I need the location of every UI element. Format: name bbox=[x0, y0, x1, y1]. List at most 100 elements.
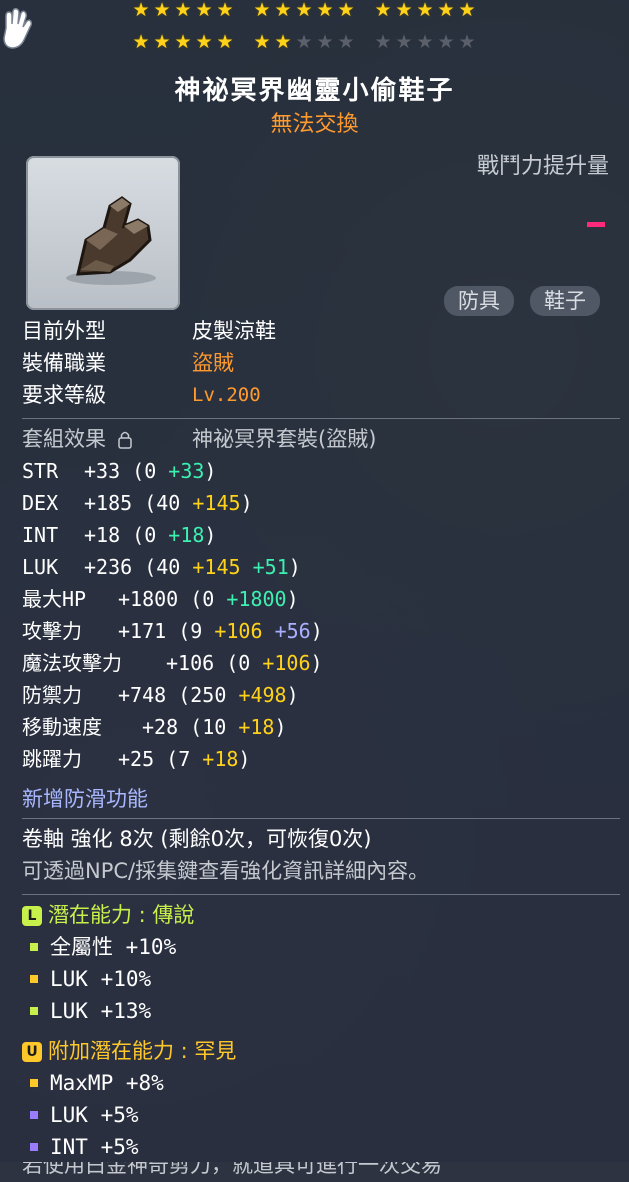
combat-power-change bbox=[587, 222, 605, 227]
potential-line: 全屬性 +10% bbox=[22, 932, 176, 962]
star-filled-icon: ★ bbox=[195, 0, 212, 21]
stat-name: 魔法攻擊力 bbox=[22, 651, 122, 675]
stat-part: ) bbox=[204, 523, 217, 547]
stat-part: ) bbox=[238, 747, 251, 771]
star-empty-icon: ★ bbox=[316, 31, 333, 53]
star-group: ★ ★ ★ ★ ★ bbox=[251, 0, 356, 20]
star-filled-icon: ★ bbox=[174, 0, 191, 21]
lock-icon bbox=[117, 431, 132, 449]
stat-row: 最大HP +1800 (0 +1800) bbox=[22, 584, 299, 614]
stat-part: +18 bbox=[202, 747, 239, 771]
potential-line: MaxMP +8% bbox=[22, 1068, 164, 1098]
potential-line: LUK +5% bbox=[22, 1100, 139, 1130]
stat-name: 防禦力 bbox=[22, 683, 82, 707]
stat-part: +56 bbox=[274, 619, 311, 643]
combat-power-label: 戰鬥力提升量 bbox=[476, 154, 609, 179]
bottom-hint: 若使用白金神奇剪刀，就道具可進行一次交易 bbox=[22, 1162, 442, 1177]
star-empty-icon: ★ bbox=[437, 31, 454, 53]
bottom-hint-strip: 若使用白金神奇剪刀，就道具可進行一次交易 bbox=[0, 1162, 629, 1182]
appearance-label: 目前外型 bbox=[22, 319, 106, 343]
potential-line-text: LUK +13% bbox=[50, 999, 152, 1023]
stat-total: +748 bbox=[118, 683, 179, 707]
star-filled-icon: ★ bbox=[253, 31, 270, 53]
stat-total: +28 bbox=[142, 715, 191, 739]
star-empty-icon: ★ bbox=[337, 31, 354, 53]
star-empty-icon: ★ bbox=[458, 31, 475, 53]
bullet-icon bbox=[30, 1078, 38, 1087]
trade-status: 無法交換 bbox=[270, 112, 359, 137]
star-force-row-2: ★ ★ ★ ★ ★ ★ ★ ★ ★ ★ ★ ★ ★ ★ ★ bbox=[130, 32, 493, 52]
potential-line-text: 全屬性 +10% bbox=[50, 935, 177, 959]
stat-part: +498 bbox=[238, 683, 287, 707]
stat-name: LUK bbox=[22, 555, 59, 579]
star-filled-icon: ★ bbox=[132, 0, 149, 21]
star-filled-icon: ★ bbox=[274, 31, 291, 53]
stat-total: +33 bbox=[84, 459, 133, 483]
stat-row: 魔法攻擊力 +106 (0 +106) bbox=[22, 648, 323, 678]
star-filled-icon: ★ bbox=[253, 0, 270, 21]
star-empty-icon: ★ bbox=[416, 31, 433, 53]
stat-name: DEX bbox=[22, 491, 59, 515]
star-filled-icon: ★ bbox=[374, 0, 391, 21]
star-filled-icon: ★ bbox=[316, 0, 333, 21]
divider bbox=[22, 418, 620, 419]
stat-part: +1800 bbox=[226, 587, 287, 611]
star-group: ★ ★ ★ ★ ★ bbox=[251, 32, 356, 52]
star-group: ★ ★ ★ ★ ★ bbox=[372, 32, 477, 52]
potential-line: LUK +10% bbox=[22, 964, 151, 994]
stat-part: (40 bbox=[144, 555, 193, 579]
item-icon-frame bbox=[26, 156, 180, 310]
stat-name: STR bbox=[22, 459, 59, 483]
stat-part: +51 bbox=[252, 555, 289, 579]
bullet-icon bbox=[30, 974, 38, 983]
stat-part: +18 bbox=[168, 523, 205, 547]
potential-title: 潛在能力 : 傳說 bbox=[48, 903, 195, 927]
stat-total: +106 bbox=[166, 651, 227, 675]
star-empty-icon: ★ bbox=[295, 31, 312, 53]
stat-part: ) bbox=[288, 555, 301, 579]
star-filled-icon: ★ bbox=[295, 0, 312, 21]
star-empty-icon: ★ bbox=[374, 31, 391, 53]
item-name: 神祕冥界幽靈小偷鞋子 bbox=[174, 76, 455, 106]
star-filled-icon: ★ bbox=[437, 0, 454, 21]
star-group: ★ ★ ★ ★ ★ bbox=[372, 0, 477, 20]
stat-name: INT bbox=[22, 523, 59, 547]
stat-part: (9 bbox=[178, 619, 215, 643]
additional-potential-title: 附加潛在能力 : 罕見 bbox=[48, 1039, 237, 1063]
potential-line-text: LUK +5% bbox=[50, 1103, 139, 1127]
star-filled-icon: ★ bbox=[274, 0, 291, 21]
stat-part: (0 bbox=[132, 459, 169, 483]
job-value: 盜賊 bbox=[192, 351, 234, 375]
star-filled-icon: ★ bbox=[174, 31, 191, 53]
stat-part: (0 bbox=[132, 523, 169, 547]
stat-part: ) bbox=[286, 587, 299, 611]
potential-line-text: MaxMP +8% bbox=[50, 1071, 164, 1095]
stat-name: 移動速度 bbox=[22, 715, 102, 739]
divider bbox=[22, 818, 620, 819]
stat-part: (7 bbox=[166, 747, 203, 771]
potential-line-text: LUK +10% bbox=[50, 967, 152, 991]
additional-potential-header: U 附加潛在能力 : 罕見 bbox=[22, 1036, 236, 1066]
set-effect-label[interactable]: 套組效果 bbox=[22, 424, 133, 454]
item-tooltip: ★ ★ ★ ★ ★ ★ ★ ★ ★ ★ ★ ★ ★ ★ ★ ★ ★ ★ ★ ★ ★ ★ ★ ★ ★ ★ ★ ★ ★ ★ 神祕冥界幽靈小偷… bbox=[0, 0, 629, 1182]
stat-row: 防禦力 +748 (250 +498) bbox=[22, 680, 299, 710]
star-filled-icon: ★ bbox=[216, 0, 233, 21]
star-filled-icon: ★ bbox=[395, 0, 412, 21]
bullet-icon bbox=[30, 1110, 38, 1119]
bullet-icon bbox=[30, 942, 38, 951]
set-effect-text: 套組效果 bbox=[22, 427, 106, 451]
job-label: 裝備職業 bbox=[22, 351, 106, 375]
appearance-value: 皮製涼鞋 bbox=[192, 319, 276, 343]
stat-part: +145 bbox=[192, 491, 241, 515]
stat-part: (250 bbox=[178, 683, 239, 707]
star-empty-icon: ★ bbox=[395, 31, 412, 53]
stat-row: 攻擊力 +171 (9 +106 +56) bbox=[22, 616, 323, 646]
stat-part: +33 bbox=[168, 459, 205, 483]
stat-row: DEX +185 (40 +145) bbox=[22, 488, 253, 518]
scroll-upgrade-line: 卷軸 強化 8次 (剩餘0次，可恢復0次) bbox=[22, 827, 372, 851]
stat-part: (0 bbox=[226, 651, 263, 675]
star-filled-icon: ★ bbox=[458, 0, 475, 21]
stat-part: ) bbox=[286, 683, 299, 707]
star-group: ★ ★ ★ ★ ★ bbox=[130, 32, 235, 52]
star-filled-icon: ★ bbox=[337, 0, 354, 21]
